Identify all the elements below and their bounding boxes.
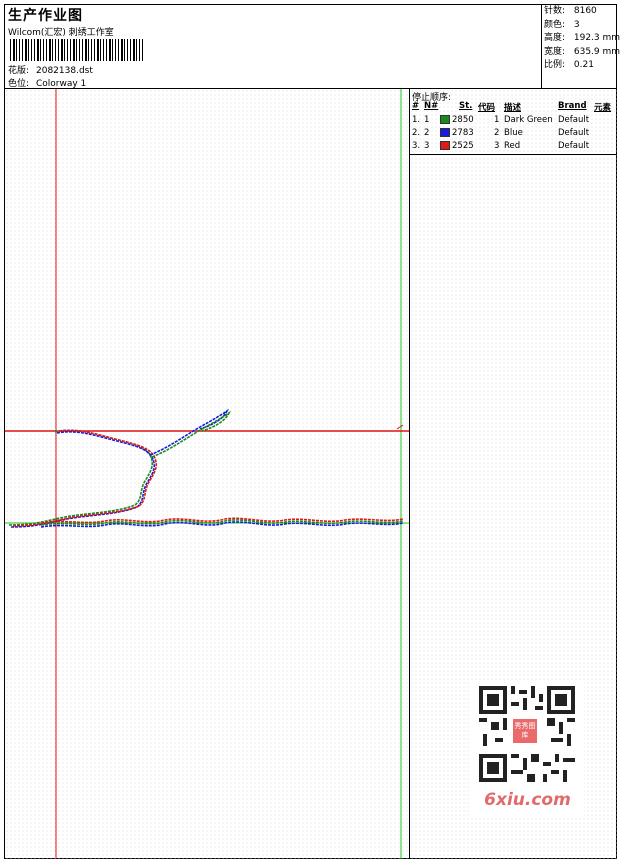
design-label: 花版: — [8, 66, 30, 76]
color-table: # N# St. 代码 描述 Brand 元素 1. 1 2850 1 Dark… — [410, 101, 617, 153]
col-element: 元素 — [594, 103, 612, 113]
studio-name: Wilcom(汇宏) 刺绣工作室 — [8, 28, 114, 38]
guide-marker — [396, 424, 404, 430]
design-scale: 比例: 0.21 — [544, 60, 594, 70]
design-stats: 针数: 8160 颜色: 3 高度: 192.3 mm 宽度: 635.9 mm… — [544, 5, 620, 73]
col-description: 描述 — [504, 103, 522, 113]
color-row: 2. 2 2783 2 Blue Default — [412, 128, 590, 138]
col-stitches: St. — [459, 101, 473, 111]
col-hash: # — [412, 101, 420, 111]
watermark-badge: 秀秀图库 — [512, 718, 538, 744]
swatch-red — [440, 141, 450, 150]
header-divider — [541, 4, 542, 88]
stitch-count: 针数: 8160 — [544, 6, 597, 16]
color-count: 颜色: 3 — [544, 19, 580, 30]
design-height: 高度: 192.3 mm — [544, 33, 620, 43]
thread-dark-green-curve — [8, 429, 153, 526]
watermark-site[interactable]: 6xiu.com — [471, 790, 584, 810]
page-title: 生产作业图 — [8, 8, 83, 24]
col-number: N# — [424, 101, 439, 111]
design-row: 花版: 2082138.dst — [8, 63, 93, 76]
embroidery-preview-svg — [5, 89, 409, 859]
thread-blue-flourish — [149, 408, 230, 456]
col-code: 代码 — [478, 103, 496, 113]
header-info: 生产作业图 Wilcom(汇宏) 刺绣工作室 花版: 2082138.dst 色位… — [5, 5, 540, 89]
design-width: 宽度: 635.9 mm — [544, 46, 620, 57]
color-row: 1. 1 2850 1 Dark Green Default — [412, 115, 590, 125]
barcode — [10, 39, 145, 61]
thread-blue-curve — [10, 431, 155, 528]
thread-green-flourish — [151, 410, 232, 458]
design-preview — [5, 89, 409, 859]
design-file: 2082138.dst — [36, 66, 93, 76]
color-table-header: # N# St. 代码 描述 Brand 元素 — [410, 101, 617, 114]
watermark: 秀秀图库 6xiu.com — [471, 682, 584, 817]
swatch-dark-green — [440, 115, 450, 124]
swatch-blue — [440, 128, 450, 137]
color-row: 3. 3 2525 3 Red Default — [412, 141, 590, 151]
color-table-bottom-rule — [410, 154, 617, 155]
thread-red-curve — [12, 429, 157, 527]
col-brand: Brand — [558, 101, 587, 111]
